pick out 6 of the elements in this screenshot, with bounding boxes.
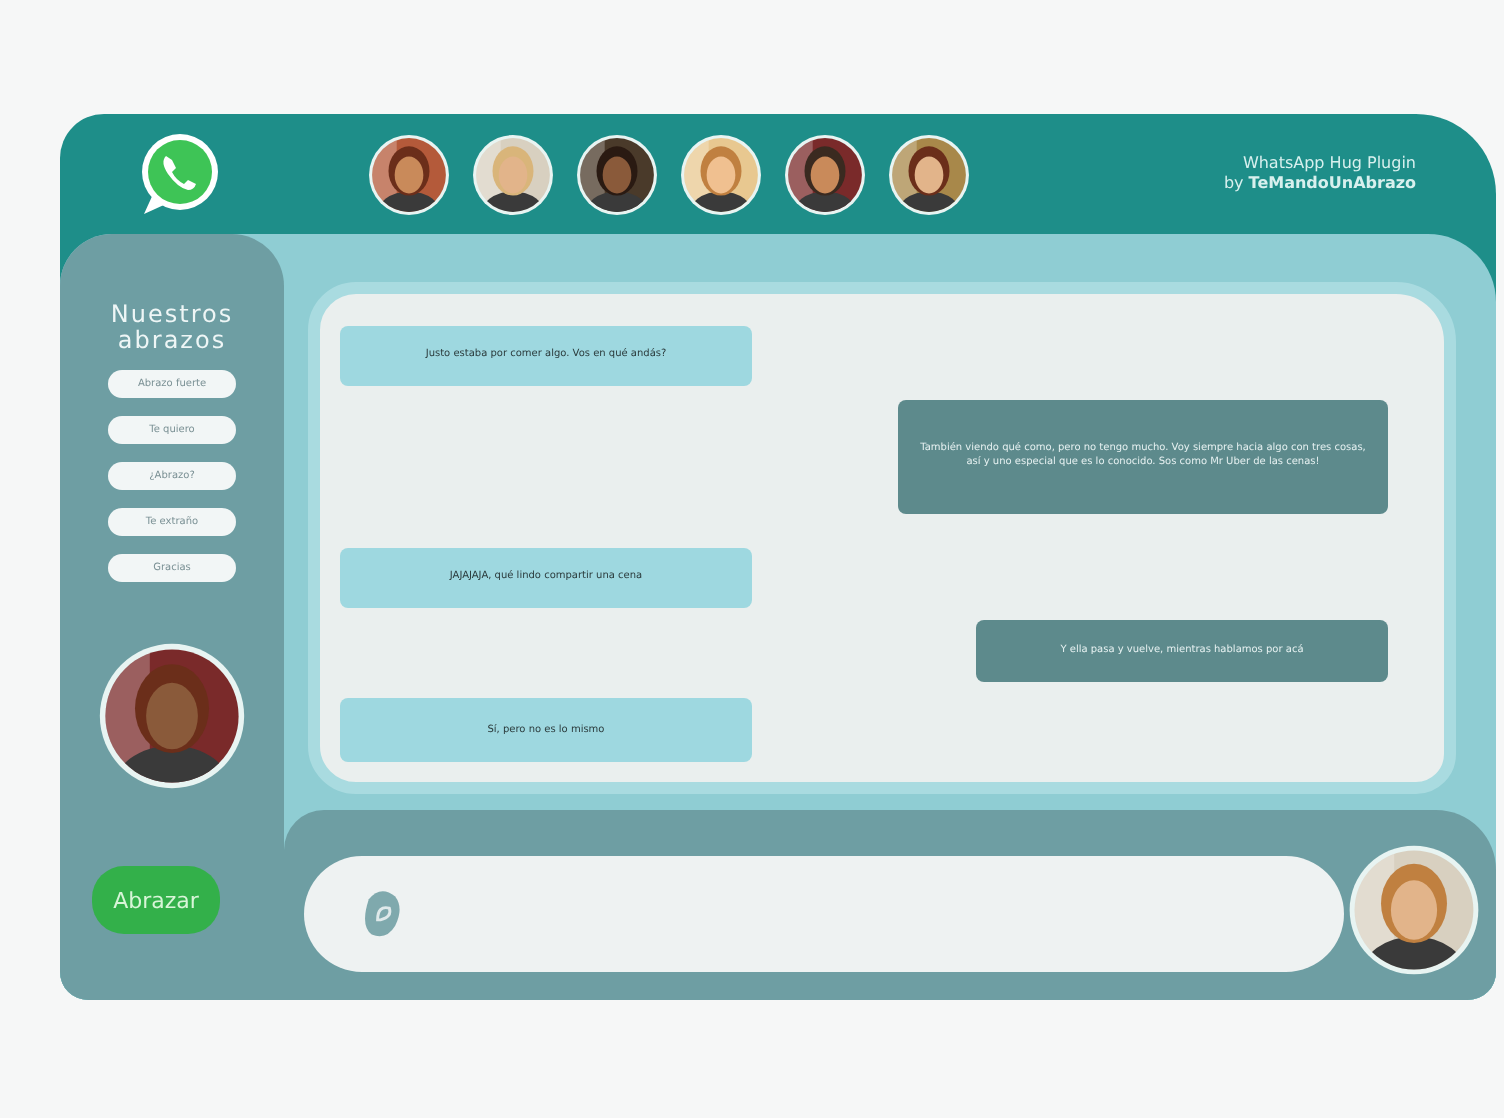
sidebar-title: Nuestros abrazos xyxy=(108,302,236,354)
chat-logo-icon xyxy=(136,130,224,218)
sticker-icon[interactable] xyxy=(360,885,404,941)
app-byline: by TeMandoUnAbrazo xyxy=(1223,174,1416,194)
app-title: WhatsApp Hug Plugin xyxy=(1242,154,1416,174)
hug-button[interactable]: Abrazar xyxy=(92,866,220,934)
